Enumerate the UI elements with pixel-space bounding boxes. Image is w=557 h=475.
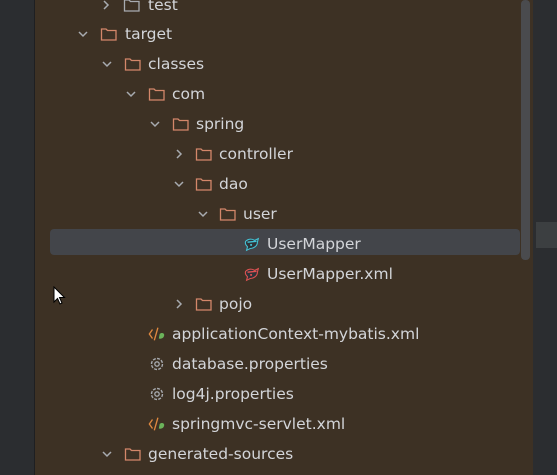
folder-icon [195,295,213,313]
chevron-down-icon[interactable] [100,57,114,71]
mybatis-mapper-icon [243,235,261,253]
tree-node-database-properties[interactable]: database.properties [35,350,533,378]
tree-node-com[interactable]: com [35,80,533,108]
tree-node-controller[interactable]: controller [35,140,533,168]
tree-node-label: database.properties [172,355,328,373]
tree-node-usermapper-xml[interactable]: UserMapper.xml [35,260,533,288]
gutter-highlight [536,222,557,248]
folder-icon [123,0,141,14]
chevron-right-icon[interactable] [99,0,113,12]
tree-node-label: springmvc-servlet.xml [172,415,346,433]
chevron-down-icon[interactable] [100,447,114,461]
chevron-right-icon[interactable] [172,147,186,161]
folder-icon [219,205,237,223]
ide-window: test target classes com spring controlle… [0,0,557,475]
folder-icon [195,175,213,193]
tree-node-label: controller [219,145,293,163]
chevron-right-icon[interactable] [172,297,186,311]
tree-node-dao[interactable]: dao [35,170,533,198]
tree-node-label: log4j.properties [172,385,294,403]
tree-node-label: UserMapper [267,235,361,253]
properties-gear-icon [148,385,166,403]
tree-node-test[interactable]: test [35,0,533,19]
editor-gutter [533,0,557,475]
chevron-down-icon[interactable] [76,27,90,41]
spring-xml-icon [148,325,166,343]
tree-node-label: spring [196,115,245,133]
project-tree: test target classes com spring controlle… [35,0,533,475]
folder-icon [124,55,142,73]
tree-node-label: target [125,25,173,43]
mouse-pointer-icon [53,285,67,306]
folder-icon [172,115,190,133]
vertical-scrollbar[interactable] [521,0,530,260]
tree-node-user[interactable]: user [35,200,533,228]
chevron-down-icon[interactable] [172,177,186,191]
tree-node-label: test [148,0,178,14]
tree-node-pojo[interactable]: pojo [35,290,533,318]
tool-window-strip [0,0,35,475]
tree-node-log4j-properties[interactable]: log4j.properties [35,380,533,408]
tree-node-label: generated-sources [148,445,294,463]
tree-node-label: dao [219,175,248,193]
tree-node-applicationcontext-mybatis-xml[interactable]: applicationContext-mybatis.xml [35,320,533,348]
folder-icon [148,85,166,103]
tree-node-label: pojo [219,295,253,313]
chevron-down-icon[interactable] [196,207,210,221]
tree-node-usermapper[interactable]: UserMapper [35,230,533,258]
tree-node-generated-sources[interactable]: generated-sources [35,440,533,468]
spring-xml-icon [148,415,166,433]
folder-icon [195,145,213,163]
tree-node-classes[interactable]: classes [35,50,533,78]
folder-icon [124,445,142,463]
properties-gear-icon [148,355,166,373]
tree-node-target[interactable]: target [35,20,533,48]
tree-node-springmvc-servlet-xml[interactable]: springmvc-servlet.xml [35,410,533,438]
tree-node-label: user [243,205,277,223]
chevron-down-icon[interactable] [148,117,162,131]
tree-node-label: classes [148,55,205,73]
tree-node-label: applicationContext-mybatis.xml [172,325,420,343]
folder-icon [100,25,118,43]
tree-node-label: com [172,85,206,103]
tree-node-spring[interactable]: spring [35,110,533,138]
chevron-down-icon[interactable] [124,87,138,101]
mybatis-xml-icon [243,265,261,283]
tree-node-label: UserMapper.xml [267,265,393,283]
